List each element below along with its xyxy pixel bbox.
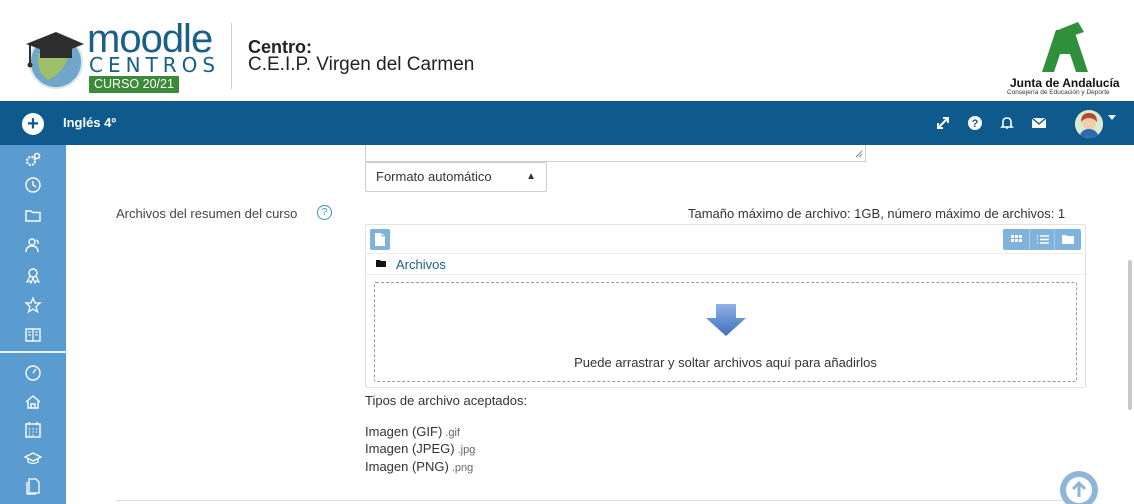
view-list-button[interactable]	[1029, 229, 1055, 250]
bottom-divider	[116, 500, 1086, 501]
header-divider	[231, 23, 232, 89]
calendar-icon[interactable]	[24, 421, 42, 439]
bell-icon[interactable]	[998, 114, 1016, 132]
avatar[interactable]	[1075, 110, 1103, 138]
junta-title: Junta de Andalucía	[1010, 76, 1120, 90]
drop-text: Puede arrastrar y soltar archivos aquí p…	[574, 355, 877, 370]
max-size-text: Tamaño máximo de archivo: 1GB, número má…	[688, 206, 1066, 221]
accepted-types-title: Tipos de archivo aceptados:	[365, 393, 528, 408]
filetype-item: Imagen (PNG) .png	[365, 459, 473, 474]
top-navbar: + Inglés 4º ?	[0, 101, 1134, 145]
file-manager-path: Archivos	[366, 253, 1085, 275]
filetype-ext: .jpg	[457, 444, 476, 456]
add-file-button[interactable]	[370, 229, 390, 250]
envelope-icon[interactable]	[1030, 114, 1048, 132]
gears-icon[interactable]	[24, 151, 42, 169]
brand-header: moodle CENTROS CURSO 20/21 Centro: C.E.I…	[0, 0, 1134, 101]
book-icon[interactable]	[24, 326, 42, 344]
folder-icon[interactable]	[24, 206, 42, 224]
grid-icon	[1011, 235, 1022, 242]
expand-icon[interactable]	[934, 114, 952, 132]
svg-text:?: ?	[972, 118, 979, 130]
sidebar-separator	[0, 351, 66, 353]
logo-centros: CENTROS	[89, 53, 221, 77]
format-select[interactable]: Formato automático ▲	[365, 162, 547, 192]
junta-subtitle: Consejería de Educación y Deporte	[1007, 89, 1110, 96]
course-name[interactable]: Inglés 4º	[63, 115, 116, 130]
file-manager: Archivos Puede arrastrar y soltar archiv…	[365, 224, 1086, 388]
view-toggle-group	[1003, 229, 1081, 250]
clock-icon[interactable]	[24, 176, 42, 194]
filetype-name: Imagen (GIF)	[365, 424, 443, 439]
graduation-cap-icon[interactable]	[24, 449, 42, 467]
view-icons-button[interactable]	[1003, 229, 1029, 250]
filetype-name: Imagen (PNG)	[365, 459, 449, 474]
add-block-button[interactable]: +	[22, 113, 44, 135]
list-icon	[1037, 235, 1049, 244]
select-arrows-icon: ▲	[526, 171, 536, 182]
centro-name: C.E.I.P. Virgen del Carmen	[248, 54, 475, 75]
path-folder-link[interactable]: Archivos	[396, 257, 446, 272]
resize-grip-icon[interactable]	[855, 150, 863, 158]
files-field-label: Archivos del resumen del curso	[116, 206, 298, 221]
summary-textarea[interactable]	[365, 145, 866, 162]
moodle-centros-logo-icon[interactable]	[22, 24, 86, 90]
badge-icon[interactable]	[24, 266, 42, 284]
logo-curso-badge: CURSO 20/21	[89, 76, 179, 93]
logo-moodle: moodle	[87, 17, 213, 61]
sidebar	[0, 145, 66, 504]
file-dropzone[interactable]: Puede arrastrar y soltar archivos aquí p…	[374, 282, 1077, 382]
help-circle-icon[interactable]: ?	[317, 205, 332, 220]
arrow-up-icon	[1066, 477, 1092, 503]
folder-icon	[1062, 235, 1074, 244]
star-icon[interactable]	[24, 296, 42, 314]
view-tree-button[interactable]	[1055, 229, 1081, 250]
users-icon[interactable]	[24, 236, 42, 254]
file-icon	[375, 233, 385, 246]
drop-arrow-icon	[706, 304, 746, 336]
filetype-item: Imagen (JPEG) .jpg	[365, 441, 475, 456]
scroll-to-top-button[interactable]	[1060, 471, 1098, 504]
help-icon[interactable]: ?	[966, 114, 984, 132]
filetype-ext: .png	[451, 462, 474, 474]
format-select-value: Formato automático	[376, 169, 492, 184]
logo-text[interactable]: moodle CENTROS CURSO 20/21	[87, 17, 221, 93]
user-avatar-icon	[1075, 110, 1103, 138]
filetype-ext: .gif	[445, 427, 460, 439]
page-scrollbar[interactable]	[1128, 260, 1132, 410]
files-icon[interactable]	[24, 477, 42, 495]
file-manager-toolbar	[366, 225, 1085, 253]
filetype-name: Imagen (JPEG)	[365, 441, 455, 456]
filetype-item: Imagen (GIF) .gif	[365, 424, 460, 439]
dashboard-icon[interactable]	[24, 363, 42, 381]
caret-down-icon[interactable]	[1108, 115, 1116, 120]
home-icon[interactable]	[24, 393, 42, 411]
folder-icon	[376, 260, 386, 267]
